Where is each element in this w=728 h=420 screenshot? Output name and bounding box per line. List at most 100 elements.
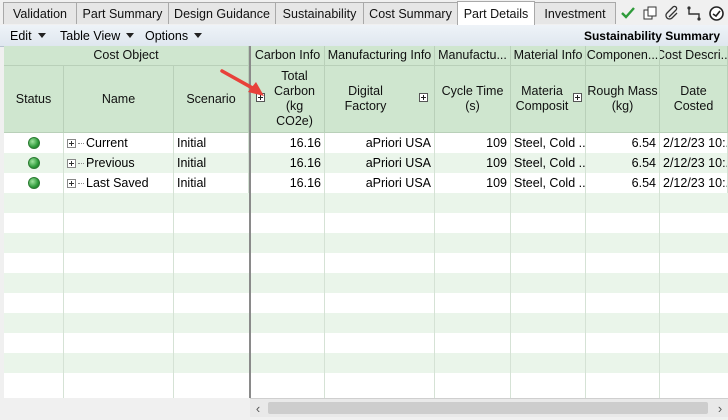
empty-row	[4, 213, 728, 233]
col-status[interactable]: Status	[4, 66, 64, 133]
tab-part-summary[interactable]: Part Summary	[76, 2, 169, 24]
empty-row	[4, 333, 728, 353]
status-cell	[4, 133, 64, 153]
copy-icon[interactable]	[641, 4, 659, 22]
menu-edit-label: Edit	[10, 28, 32, 43]
material-cell: Steel, Cold ...	[511, 153, 586, 173]
status-cell	[4, 173, 64, 193]
toolbar-icons	[619, 2, 728, 24]
status-green-icon	[27, 157, 40, 169]
tab-part-details[interactable]: Part Details	[457, 1, 535, 25]
group-cost-descri: Cost Descri...	[660, 46, 728, 66]
total-carbon-cell: 16.16	[251, 133, 325, 153]
status-green-icon	[27, 137, 40, 149]
total-carbon-cell: 16.16	[251, 153, 325, 173]
empty-row	[4, 273, 728, 293]
tab-investment[interactable]: Investment	[534, 2, 616, 24]
tab-validation[interactable]: Validation	[3, 2, 77, 24]
scenario-cell: Initial	[174, 133, 249, 153]
expand-icon[interactable]	[419, 93, 428, 102]
frozen-column-divider[interactable]	[249, 46, 251, 398]
horizontal-scrollbar[interactable]: ‹ ›	[250, 398, 728, 417]
col-material-comp-label: Materia Composit	[515, 84, 569, 113]
empty-row	[4, 193, 728, 213]
tab-sustainability[interactable]: Sustainability	[275, 2, 364, 24]
menu-edit[interactable]: Edit	[10, 25, 46, 46]
col-material-composition[interactable]: Materia Composit	[511, 66, 586, 133]
scenario-cell: Initial	[174, 153, 249, 173]
name-cell: Previous	[64, 153, 174, 173]
total-carbon-cell: 16.16	[251, 173, 325, 193]
group-componen: Componen...	[586, 46, 660, 66]
table-row[interactable]: Previous Initial 16.16 aPriori USA 109 S…	[4, 153, 728, 173]
rough-mass-cell: 6.54	[586, 153, 660, 173]
col-date-costed[interactable]: Date Costed	[660, 66, 728, 133]
empty-row	[4, 253, 728, 273]
menu-table-view[interactable]: Table View	[60, 25, 135, 46]
chevron-down-icon	[194, 33, 203, 38]
material-cell: Steel, Cold ...	[511, 173, 586, 193]
table-row[interactable]: Current Initial 16.16 aPriori USA 109 St…	[4, 133, 728, 153]
group-manufactu: Manufactu...	[435, 46, 511, 66]
col-cycle-time[interactable]: Cycle Time (s)	[435, 66, 511, 133]
col-scenario[interactable]: Scenario	[174, 66, 249, 133]
name-cell: Last Saved	[64, 173, 174, 193]
expand-tree-icon[interactable]	[67, 138, 76, 148]
view-title: Sustainability Summary	[583, 28, 720, 43]
col-rough-mass[interactable]: Rough Mass (kg)	[586, 66, 660, 133]
empty-row	[4, 353, 728, 373]
empty-row	[4, 293, 728, 313]
col-total-carbon[interactable]: Total Carbon (kg CO2e)	[251, 66, 325, 133]
date-costed-cell: 2/12/23 10:...	[660, 173, 728, 193]
date-costed-cell: 2/12/23 10:...	[660, 133, 728, 153]
tab-design-guidance[interactable]: Design Guidance	[168, 2, 276, 24]
name-cell: Current	[64, 133, 174, 153]
connector-icon[interactable]	[685, 4, 703, 22]
tab-cost-summary[interactable]: Cost Summary	[363, 2, 458, 24]
empty-row	[4, 313, 728, 333]
row-name: Previous	[86, 156, 135, 170]
tab-bar: Validation Part Summary Design Guidance …	[0, 0, 728, 26]
empty-row	[4, 233, 728, 253]
cycle-time-cell: 109	[435, 133, 511, 153]
group-material-info: Material Info	[511, 46, 586, 66]
expand-tree-icon[interactable]	[67, 178, 76, 188]
date-costed-cell: 2/12/23 10:...	[660, 153, 728, 173]
refresh-icon[interactable]	[707, 4, 725, 22]
data-grid: Cost Object Carbon Info Manufacturing In…	[4, 46, 728, 398]
checkmark-icon[interactable]	[619, 4, 637, 22]
digital-factory-cell: aPriori USA	[325, 133, 435, 153]
scroll-left-icon[interactable]: ‹	[250, 399, 266, 417]
scrollbar-thumb[interactable]	[268, 402, 708, 414]
attach-icon[interactable]	[663, 4, 681, 22]
rough-mass-cell: 6.54	[586, 173, 660, 193]
cycle-time-cell: 109	[435, 173, 511, 193]
expand-icon[interactable]	[573, 93, 582, 102]
col-digital-factory[interactable]: Digital Factory	[325, 66, 435, 133]
status-green-icon	[27, 177, 40, 189]
digital-factory-cell: aPriori USA	[325, 153, 435, 173]
expand-icon[interactable]	[256, 93, 265, 102]
rough-mass-cell: 6.54	[586, 133, 660, 153]
table-row[interactable]: Last Saved Initial 16.16 aPriori USA 109…	[4, 173, 728, 193]
scroll-right-icon[interactable]: ›	[712, 399, 728, 417]
digital-factory-cell: aPriori USA	[325, 173, 435, 193]
menu-table-view-label: Table View	[60, 28, 121, 43]
chevron-down-icon	[37, 33, 46, 38]
scenario-cell: Initial	[174, 173, 249, 193]
col-name[interactable]: Name	[64, 66, 174, 133]
empty-row	[4, 373, 728, 393]
group-manufacturing-info: Manufacturing Info	[325, 46, 435, 66]
status-cell	[4, 153, 64, 173]
row-name: Current	[86, 136, 128, 150]
col-total-carbon-label: Total Carbon (kg CO2e)	[274, 69, 315, 128]
group-carbon-info: Carbon Info	[251, 46, 325, 66]
row-name: Last Saved	[86, 176, 149, 190]
group-cost-object: Cost Object	[4, 46, 249, 66]
col-digital-factory-label: Digital Factory	[344, 84, 387, 113]
menu-options[interactable]: Options	[145, 25, 203, 46]
expand-tree-icon[interactable]	[67, 158, 76, 168]
chevron-down-icon	[126, 33, 135, 38]
cycle-time-cell: 109	[435, 153, 511, 173]
menu-options-label: Options	[145, 28, 189, 43]
